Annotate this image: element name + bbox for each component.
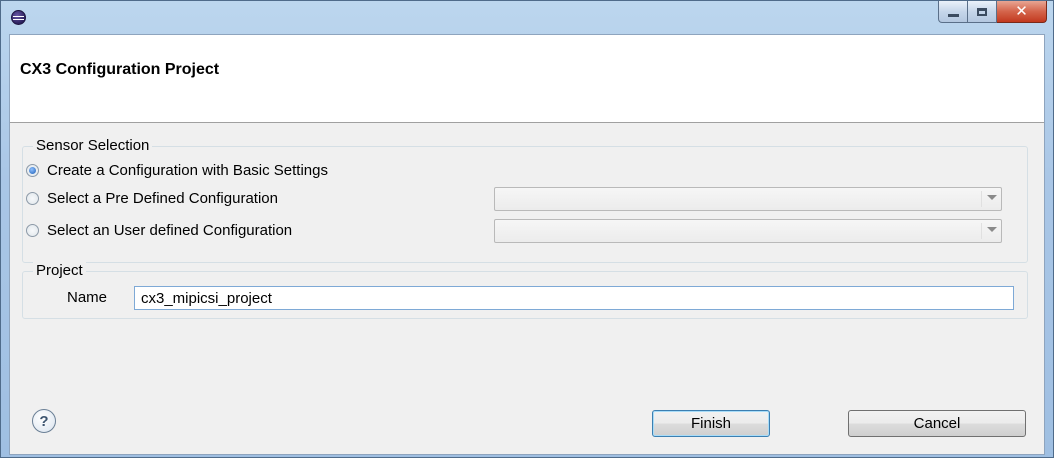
page-title: CX3 Configuration Project (20, 61, 220, 78)
predefined-config-combo[interactable] (494, 187, 1002, 211)
combo-separator (981, 223, 982, 239)
close-button[interactable]: ✕ (997, 1, 1047, 23)
name-label: Name (67, 289, 108, 306)
minimize-button[interactable] (938, 1, 968, 23)
sensor-selection-label: Sensor Selection (33, 137, 153, 154)
radio-user-defined[interactable]: Select an User defined Configuration (26, 222, 292, 239)
title-bar[interactable]: ✕ (1, 1, 1053, 34)
radio-label: Select a Pre Defined Configuration (47, 190, 278, 207)
maximize-icon (977, 7, 987, 16)
radio-label: Create a Configuration with Basic Settin… (47, 162, 328, 179)
radio-basic-settings[interactable]: Create a Configuration with Basic Settin… (26, 162, 328, 179)
radio-button[interactable] (26, 192, 39, 205)
project-label: Project (33, 262, 86, 279)
chevron-down-icon[interactable] (987, 227, 997, 232)
wizard-header: CX3 Configuration Project (10, 35, 1044, 123)
maximize-button[interactable] (968, 1, 997, 23)
project-name-input[interactable] (134, 286, 1014, 310)
help-button[interactable]: ? (32, 409, 56, 433)
radio-predefined[interactable]: Select a Pre Defined Configuration (26, 190, 278, 207)
cancel-button[interactable]: Cancel (848, 410, 1026, 437)
eclipse-icon (11, 10, 26, 25)
radio-button-checked[interactable] (26, 164, 39, 177)
help-icon: ? (39, 412, 49, 430)
combo-separator (981, 191, 982, 207)
radio-label: Select an User defined Configuration (47, 222, 293, 239)
close-icon: ✕ (1015, 2, 1028, 20)
finish-button[interactable]: Finish (652, 410, 770, 437)
chevron-down-icon[interactable] (987, 195, 997, 200)
dialog-window: ✕ CX3 Configuration Project Sensor Selec… (0, 0, 1054, 458)
caption-buttons: ✕ (938, 1, 1047, 23)
minimize-icon (947, 13, 959, 17)
user-defined-config-combo[interactable] (494, 219, 1002, 243)
radio-button[interactable] (26, 224, 39, 237)
dialog-content: CX3 Configuration Project Sensor Selecti… (9, 34, 1045, 455)
